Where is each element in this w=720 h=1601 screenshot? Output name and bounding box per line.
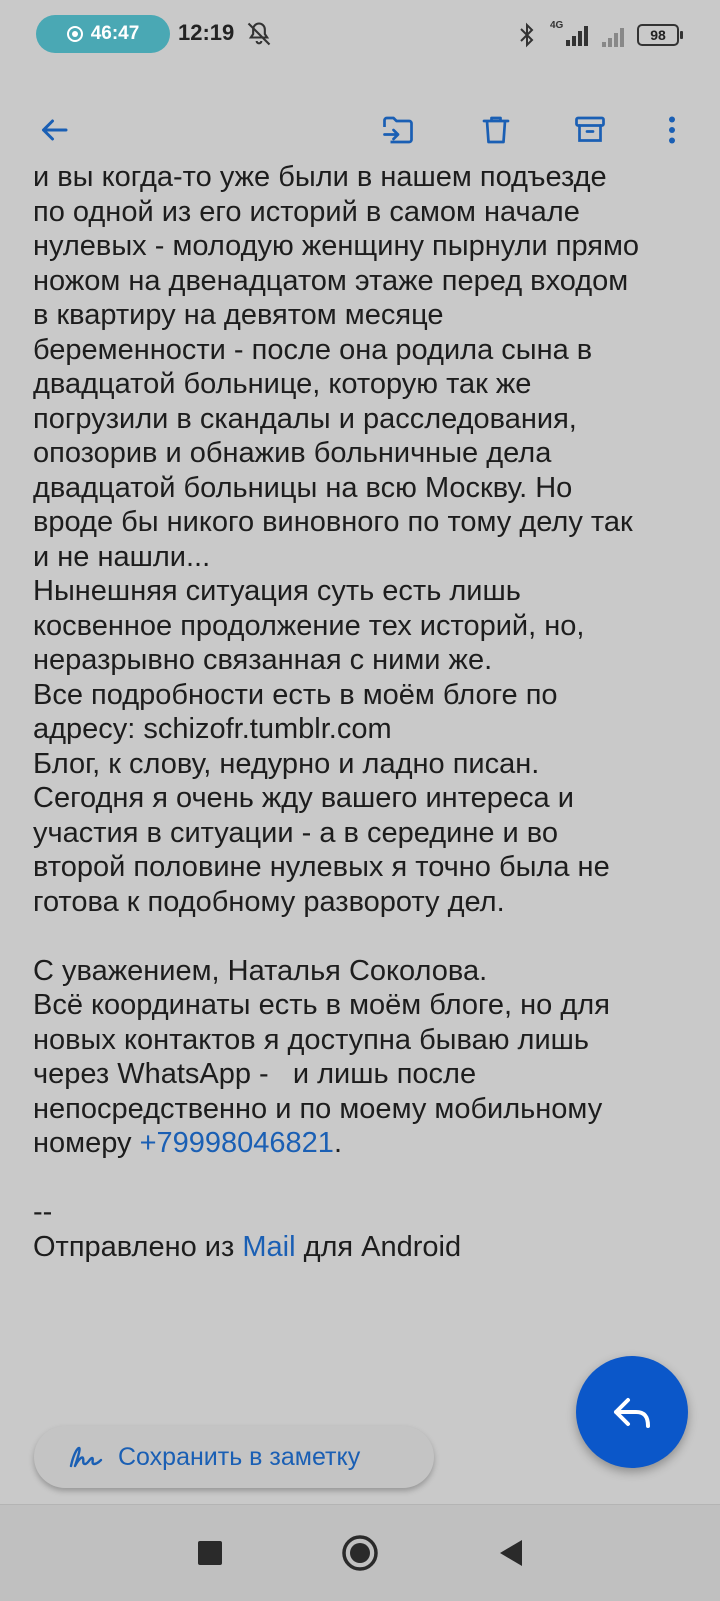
back-button[interactable] [24, 100, 84, 160]
triangle-back-icon [500, 1540, 522, 1566]
delete-button[interactable] [466, 100, 526, 160]
text-line: и не нашли... [33, 540, 211, 573]
text-line: вроде бы никого виновного по тому делу т… [33, 506, 633, 538]
screen-recording-pill[interactable]: 46:47 [36, 15, 170, 53]
back-arrow-icon [42, 119, 68, 141]
text-line: Сегодня я очень жду вашего интереса и [33, 782, 574, 814]
more-vertical-icon [669, 116, 675, 144]
handwriting-note-icon [69, 1446, 103, 1468]
move-to-folder-icon [383, 116, 413, 144]
phone-line: номеру +79998046821. [33, 1127, 342, 1159]
cellular-signal-2-icon [602, 28, 624, 47]
text-line: второй половине нулевых я точно была не [33, 851, 610, 883]
move-button[interactable] [368, 100, 428, 160]
battery-level: 98 [650, 27, 666, 43]
text-line: и вы когда-то уже были в нашем подъезде [33, 161, 607, 193]
contact-text: Всё координаты есть в моём блоге, но для… [33, 988, 703, 1126]
save-to-note-button[interactable]: Сохранить в заметку [34, 1426, 434, 1488]
text-line: опозорив и обнажив больничные дела [33, 437, 552, 469]
text-line: новых контактов я доступна бываю лишь [33, 1023, 590, 1056]
text-line: беременности - после она родила сына в [33, 333, 593, 366]
text-line: неразрывно связанная с ними же. [33, 644, 493, 676]
square-icon [198, 1541, 222, 1565]
text-line: участия в ситуации - а в середине и во [33, 816, 559, 849]
network-type: 4G [550, 20, 564, 31]
text-line: непосредственно и по моему мобильному [33, 1092, 603, 1125]
recents-button[interactable] [184, 1527, 236, 1579]
text-line: адресу: schizofr.tumblr.com [33, 713, 392, 745]
phone-link[interactable]: +79998046821 [140, 1127, 334, 1159]
archive-icon [575, 116, 605, 142]
text-line: нулевых - молодую женщину пырнули прямо [33, 230, 640, 262]
sent-from-line: Отправлено из Mail для Android [33, 1230, 462, 1263]
recording-time: 46:47 [90, 23, 140, 44]
text-line: в квартиру на девятом месяце [33, 299, 444, 331]
text-line: погрузили в скандалы и расследования, [33, 402, 577, 435]
message-text: и вы когда-то уже были в нашем подъезде п… [33, 160, 703, 919]
save-to-note-label: Сохранить в заметку [118, 1442, 361, 1471]
archive-button[interactable] [560, 100, 620, 160]
back-nav-button[interactable] [484, 1527, 536, 1579]
text-line: Все подробности есть в моём блоге по [33, 678, 558, 711]
reply-icon [614, 1398, 650, 1428]
text-line: готова к подобному развороту дел. [33, 885, 505, 918]
record-icon [66, 26, 83, 42]
clock: 12:19 [178, 20, 235, 45]
text-line: косвенное продолжение тех историй, но, [33, 609, 585, 642]
system-navigation-bar [0, 1504, 720, 1601]
more-options-button[interactable] [642, 100, 702, 160]
trash-icon [482, 116, 510, 144]
text-line: двадцатой больницы на всю Москву. Но [33, 471, 573, 504]
mail-app-link[interactable]: Mail [242, 1231, 295, 1263]
signature-separator: -- [33, 1196, 53, 1228]
status-bar: 46:47 12:19 4G 98 [0, 0, 720, 72]
bluetooth-icon [520, 22, 534, 48]
signature: С уважением, Наталья Соколова. [33, 954, 488, 987]
mail-toolbar [0, 100, 720, 160]
text-line: Блог, к слову, недурно и ладно писан. [33, 747, 540, 780]
mail-body: и вы когда-то уже были в нашем подъезде п… [33, 160, 703, 1264]
text-line: двадцатой больнице, которую так же [33, 368, 532, 400]
battery-icon: 98 [637, 24, 683, 46]
notifications-off-icon [247, 22, 271, 46]
text-line: через WhatsApp - и лишь после [33, 1058, 477, 1090]
cellular-signal-icon: 4G [550, 20, 588, 46]
circle-home-icon [342, 1535, 378, 1571]
reply-button[interactable] [576, 1356, 688, 1468]
text-line: Всё координаты есть в моём блоге, но для [33, 989, 610, 1021]
home-button[interactable] [334, 1527, 386, 1579]
text-line: Нынешняя ситуация суть есть лишь [33, 575, 521, 607]
text-line: ножом на двенадцатом этаже перед входом [33, 264, 629, 297]
text-line: по одной из его историй в самом начале [33, 195, 580, 228]
